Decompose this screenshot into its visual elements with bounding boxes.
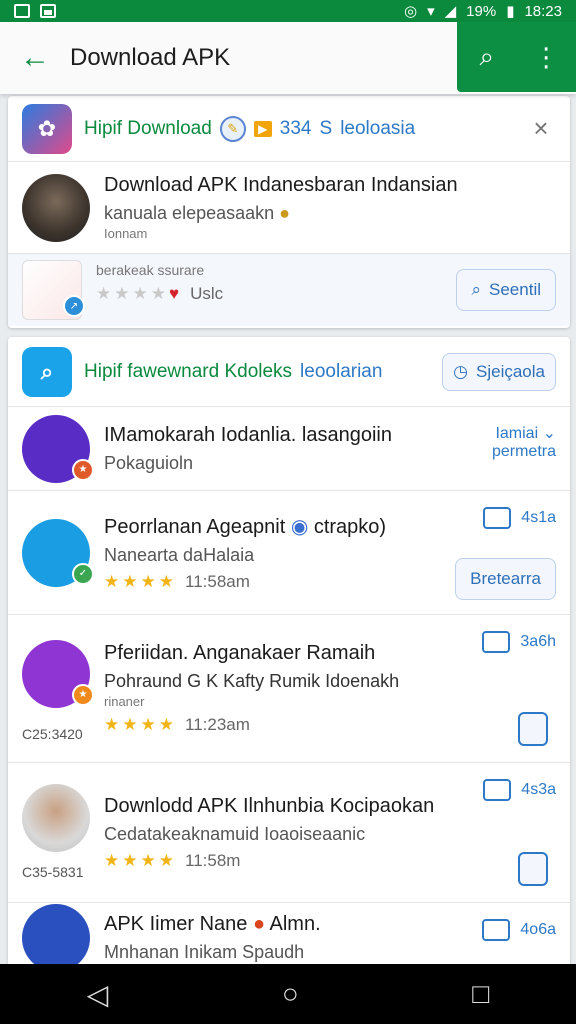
card-tag: leoolarian: [300, 360, 383, 382]
appbar-actions: ⌕ ⋮: [457, 22, 576, 92]
side-value: 4s1a: [521, 509, 556, 527]
signal-icon: ◢: [444, 3, 457, 20]
clock-icon: ◷: [453, 361, 468, 381]
app-icon-tablet: ✓: [22, 518, 94, 587]
item-title: berakeak ssurare: [96, 262, 205, 278]
app-icon-character: ★: [22, 639, 94, 708]
item-id: C35-5831: [22, 864, 84, 880]
count-suffix: S: [319, 117, 333, 139]
notification-icon: [14, 4, 30, 18]
rating-stars: ★ ★ ★ ★ 11:58m: [104, 850, 241, 870]
item-title: Download APK Indanesbaran Indansian: [104, 174, 458, 196]
list-item[interactable]: ★ IMamokarah Iodanlia. lasangoiin Pokagu…: [8, 407, 570, 491]
back-arrow-icon[interactable]: ←: [0, 22, 70, 94]
system-nav-bar: ◁ ○ □: [0, 964, 576, 1024]
search-icon: ⌕: [471, 280, 482, 299]
page-title: Download APK: [70, 44, 231, 71]
list-item[interactable]: ✓ Peorrlanan Ageapnit ◉ ctrapko) Naneart…: [8, 491, 570, 615]
wifi-icon: ▾: [427, 3, 435, 20]
battery-percent: 19%: [466, 2, 497, 20]
side-value: 3a6h: [520, 633, 556, 651]
item-id: C25:3420: [22, 726, 83, 742]
alert-icon: ●: [252, 913, 266, 935]
list-item[interactable]: APK Iimer Nane ● Almn. Mnhanan Inikam Sp…: [8, 903, 570, 967]
list-item[interactable]: Download APK Indanesbaran Indansian kanu…: [8, 162, 570, 254]
item-subtitle: Pohraund G K Kafty Rumik Idoenakh: [104, 671, 400, 691]
share-icon[interactable]: [481, 631, 510, 653]
download-card: ✿ Hipif Download ✎ ▶ 334 S leoloasia × D…: [8, 96, 570, 328]
heart-icon: ♥: [169, 284, 180, 303]
app-bar: ← Download APK ⌕ ⋮: [0, 22, 576, 94]
item-title: Peorrlanan Ageapnit: [104, 515, 286, 538]
app-icon-phone: ★: [22, 414, 94, 483]
nav-recents-icon[interactable]: □: [472, 978, 489, 1010]
rating-meta: 11:58am: [185, 571, 250, 591]
image-notification-icon: [40, 4, 56, 18]
clock: 18:23: [524, 2, 562, 20]
pencil-badge-icon: ✎: [219, 115, 246, 142]
download-count: 334: [279, 117, 312, 139]
item-note: rinaner: [104, 694, 145, 709]
side-value: 4o6a: [520, 921, 556, 939]
close-icon[interactable]: ×: [526, 113, 556, 144]
card-header: ⌕ Hipif fawewnard Kdoleks leoolarian ◷ S…: [8, 337, 570, 407]
search-app-icon: ⌕: [22, 346, 72, 397]
card-title: Hipif Download: [84, 117, 212, 139]
item-subtitle: Pokaguioln: [104, 452, 194, 473]
side-value: 4s3a: [521, 781, 556, 799]
play-badge-icon: ▶: [253, 120, 272, 137]
nav-home-icon[interactable]: ○: [282, 978, 299, 1010]
rating-meta: 11:23am: [185, 715, 250, 734]
nav-back-icon[interactable]: ◁: [87, 978, 109, 1011]
search-button[interactable]: ⌕ Seentil: [456, 269, 556, 311]
share-icon[interactable]: [481, 919, 510, 941]
alarm-icon: ◎: [403, 3, 418, 20]
item-note: Ionnam: [104, 226, 148, 241]
search-icon[interactable]: ⌕: [465, 41, 509, 73]
rating-meta: Uslc: [190, 284, 224, 303]
rating-stars: ★ ★ ★ ★ ♥ Uslc: [96, 284, 224, 303]
info-icon: ◉: [290, 515, 309, 538]
badge-icon: ★: [72, 683, 94, 706]
share-icon[interactable]: [482, 779, 511, 801]
card-title: Hipif fawewnard Kdoleks: [84, 360, 293, 382]
item-subtitle: Mnhanan Inikam Spaudh: [104, 942, 305, 962]
card-tag: leoloasia: [340, 117, 416, 139]
share-badge-icon: ↗: [63, 295, 85, 317]
more-options-icon[interactable]: ⋮: [524, 42, 568, 73]
rating-stars: ★ ★ ★ ★ 11:23am: [104, 715, 250, 734]
list-item[interactable]: Downlodd APK Ilnhunbia Kocipaokan Cedata…: [8, 763, 570, 903]
app-thumbnail: ↗: [22, 260, 85, 320]
item-title-extra: Almn.: [269, 913, 321, 935]
item-title-extra: ctrapko): [313, 515, 387, 538]
item-title: APK Iimer Nane: [104, 913, 248, 935]
battery-icon: ▮: [506, 3, 515, 20]
list-item[interactable]: ↗ berakeak ssurare ★ ★ ★ ★ ♥ Uslc ⌕ Seentil: [8, 254, 570, 326]
avatar: [22, 173, 90, 242]
status-bar: ◎ ▾ ◢ 19% ▮ 18:23: [0, 0, 576, 22]
coin-icon: ●: [279, 203, 291, 223]
item-subtitle: kanuala elepeasaakn: [104, 203, 275, 223]
special-button[interactable]: ◷ Sjeiçaola: [442, 352, 556, 391]
app-icon-character: [22, 904, 90, 967]
stats-icon: [482, 507, 511, 529]
chevron-down-icon: ⌄: [542, 425, 556, 442]
action-button[interactable]: Bretearra: [455, 558, 556, 600]
item-title: IMamokarah Iodanlia. lasangoiin: [104, 423, 392, 446]
app-logo-icon: ✿: [22, 103, 72, 154]
list-item[interactable]: ★ Pferiidan. Anganakaer Ramaih Pohraund …: [8, 615, 570, 763]
side-label: Iamiai ⌄: [495, 425, 556, 442]
rating-meta: 11:58m: [185, 850, 241, 870]
badge-icon: ★: [72, 458, 94, 481]
apk-list-card: ⌕ Hipif fawewnard Kdoleks leoolarian ◷ S…: [8, 337, 570, 967]
avatar: [22, 783, 90, 852]
badge-icon: ✓: [72, 562, 94, 585]
card-header: ✿ Hipif Download ✎ ▶ 334 S leoloasia ×: [8, 96, 570, 162]
save-icon[interactable]: [518, 852, 548, 886]
save-icon[interactable]: [518, 712, 548, 746]
side-sublabel: permetra: [491, 443, 556, 460]
item-subtitle: Cedatakeaknamuid Ioaoiseaanic: [104, 823, 366, 844]
